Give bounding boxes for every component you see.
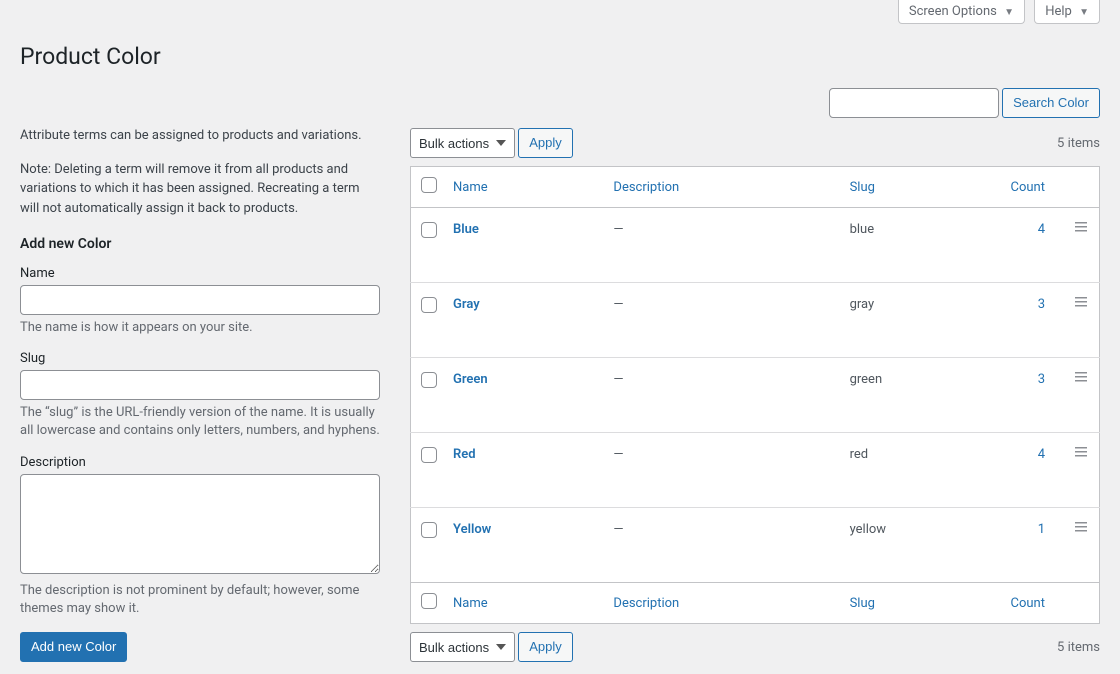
slug-input[interactable] <box>20 370 380 400</box>
row-checkbox[interactable] <box>421 297 437 313</box>
select-all-bottom[interactable] <box>421 593 437 609</box>
apply-button-top[interactable]: Apply <box>518 128 573 158</box>
tablenav-bottom: Bulk actions Apply 5 items <box>410 630 1100 664</box>
row-checkbox[interactable] <box>421 447 437 463</box>
term-slug: blue <box>850 222 875 237</box>
apply-button-bottom[interactable]: Apply <box>518 632 573 662</box>
table-row: Green — green 3 <box>411 358 1100 433</box>
terms-table: Name Description Slug Count Blue — blue 4 Gr… <box>410 166 1100 624</box>
drag-handle-icon[interactable] <box>1075 447 1087 457</box>
page-title: Product Color <box>20 34 1100 74</box>
term-count-link[interactable]: 1 <box>1038 522 1045 537</box>
col-footer-count[interactable]: Count <box>995 583 1065 624</box>
table-row: Red — red 4 <box>411 433 1100 508</box>
slug-field-wrapper: Slug The “slug” is the URL-friendly vers… <box>20 351 380 440</box>
row-checkbox[interactable] <box>421 222 437 238</box>
search-row: Search Color <box>20 88 1100 118</box>
term-count-link[interactable]: 3 <box>1038 372 1045 387</box>
name-input[interactable] <box>20 285 380 315</box>
drag-handle-icon[interactable] <box>1075 522 1087 532</box>
table-row: Blue — blue 4 <box>411 208 1100 283</box>
intro-paragraph-2: Note: Deleting a term will remove it fro… <box>20 160 380 219</box>
term-description: — <box>613 222 623 237</box>
slug-label: Slug <box>20 351 380 366</box>
tablenav-top: Bulk actions Apply 5 items <box>410 126 1100 160</box>
description-field-wrapper: Description The description is not promi… <box>20 455 380 618</box>
drag-handle-icon[interactable] <box>1075 372 1087 382</box>
col-footer-slug[interactable]: Slug <box>840 583 995 624</box>
screen-options-label: Screen Options <box>909 4 997 19</box>
term-description: — <box>613 372 623 387</box>
left-column: Attribute terms can be assigned to produ… <box>20 126 380 664</box>
col-footer-handle <box>1065 583 1100 624</box>
table-row: Yellow — yellow 1 <box>411 508 1100 583</box>
screen-meta-tabs: Screen Options ▼ Help ▼ <box>20 0 1100 24</box>
right-column: Bulk actions Apply 5 items Name Descript… <box>410 126 1100 664</box>
bulk-actions-select-bottom[interactable]: Bulk actions <box>410 632 515 662</box>
bulk-actions-select-top[interactable]: Bulk actions <box>410 128 515 158</box>
description-textarea[interactable] <box>20 474 380 574</box>
chevron-down-icon: ▼ <box>1079 7 1089 18</box>
term-slug: yellow <box>850 522 886 537</box>
select-all-top[interactable] <box>421 177 437 193</box>
bulk-actions-bottom: Bulk actions Apply <box>410 632 573 662</box>
col-header-name[interactable]: Name <box>443 167 603 208</box>
term-name-link[interactable]: Gray <box>453 297 480 312</box>
col-footer-name[interactable]: Name <box>443 583 603 624</box>
slug-help: The “slug” is the URL-friendly version o… <box>20 404 380 440</box>
term-name-link[interactable]: Green <box>453 372 488 387</box>
table-row: Gray — gray 3 <box>411 283 1100 358</box>
col-header-description[interactable]: Description <box>603 167 839 208</box>
term-description: — <box>613 297 623 312</box>
row-checkbox[interactable] <box>421 522 437 538</box>
term-count-link[interactable]: 4 <box>1038 447 1045 462</box>
term-name-link[interactable]: Blue <box>453 222 479 237</box>
col-header-count[interactable]: Count <box>995 167 1065 208</box>
chevron-down-icon: ▼ <box>1004 7 1014 18</box>
col-header-slug[interactable]: Slug <box>840 167 995 208</box>
term-description: — <box>613 447 623 462</box>
drag-handle-icon[interactable] <box>1075 222 1087 232</box>
col-footer-description[interactable]: Description <box>603 583 839 624</box>
search-button[interactable]: Search Color <box>1002 88 1100 118</box>
search-input[interactable] <box>829 88 999 118</box>
term-slug: red <box>850 447 869 462</box>
name-field-wrapper: Name The name is how it appears on your … <box>20 266 380 337</box>
name-label: Name <box>20 266 380 281</box>
items-count-bottom: 5 items <box>1057 640 1100 655</box>
term-slug: gray <box>850 297 875 312</box>
items-count-top: 5 items <box>1057 136 1100 151</box>
term-name-link[interactable]: Red <box>453 447 476 462</box>
add-new-color-button[interactable]: Add new Color <box>20 632 127 662</box>
term-slug: green <box>850 372 883 387</box>
term-description: — <box>613 522 623 537</box>
term-count-link[interactable]: 4 <box>1038 222 1045 237</box>
screen-options-button[interactable]: Screen Options ▼ <box>898 0 1025 24</box>
description-help: The description is not prominent by defa… <box>20 582 380 618</box>
form-heading: Add new Color <box>20 236 380 252</box>
row-checkbox[interactable] <box>421 372 437 388</box>
term-count-link[interactable]: 3 <box>1038 297 1045 312</box>
bulk-actions-top: Bulk actions Apply <box>410 128 573 158</box>
drag-handle-icon[interactable] <box>1075 297 1087 307</box>
help-button[interactable]: Help ▼ <box>1034 0 1100 24</box>
name-help: The name is how it appears on your site. <box>20 319 380 337</box>
help-label: Help <box>1045 4 1072 19</box>
intro-paragraph-1: Attribute terms can be assigned to produ… <box>20 126 380 146</box>
term-name-link[interactable]: Yellow <box>453 522 491 537</box>
description-label: Description <box>20 455 380 470</box>
col-header-handle <box>1065 167 1100 208</box>
